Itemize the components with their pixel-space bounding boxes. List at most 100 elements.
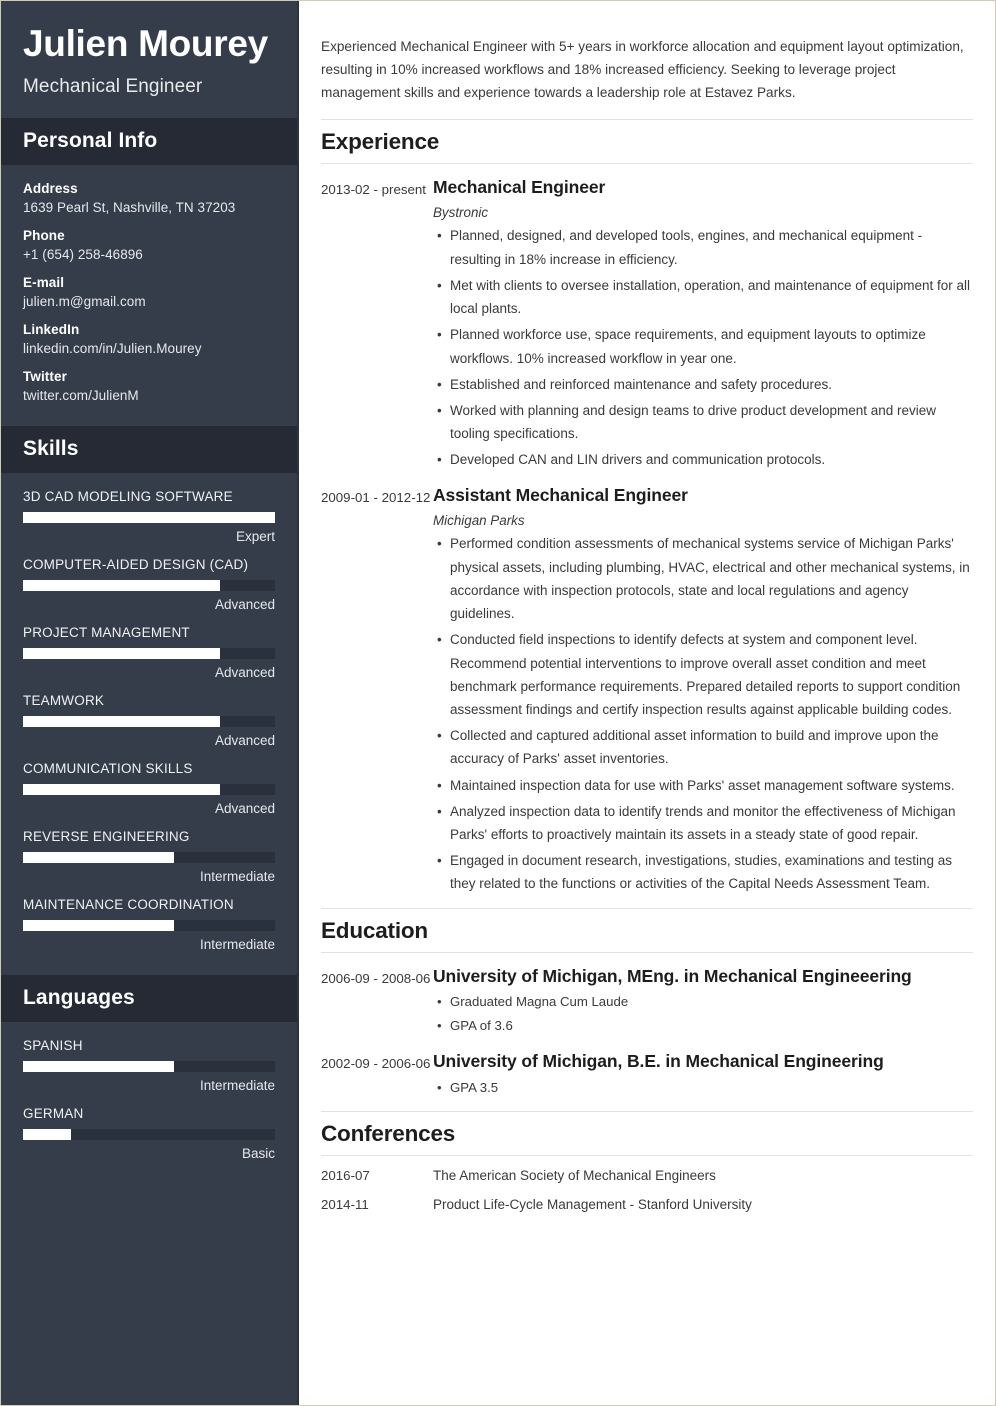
skill-bar-fill (23, 783, 220, 795)
languages-list: SPANISH Intermediate GERMAN Basic (1, 1022, 297, 1184)
contact-label: Twitter (23, 368, 67, 384)
skill-bar-fill (23, 851, 175, 863)
bullet-item: Developed CAN and LIN drivers and commun… (437, 448, 973, 471)
contact-label: Phone (23, 227, 65, 243)
bullet-item: Established and reinforced maintenance a… (437, 373, 973, 396)
bullet-item: Maintained inspection data for use with … (437, 774, 973, 797)
skill-level-label: Advanced (214, 732, 275, 748)
skill-bar-fill (23, 1060, 175, 1072)
bullet-item: Analyzed inspection data to identify tre… (437, 800, 973, 846)
name-block: Julien Mourey Mechanical Engineer (1, 1, 297, 118)
skill-name: COMPUTER-AIDED DESIGN (CAD) (23, 556, 249, 572)
entry-organization: Bystronic (433, 205, 489, 221)
skill-name: 3D CAD MODELING SOFTWARE (23, 488, 233, 504)
skill-name: PROJECT MANAGEMENT (23, 624, 190, 640)
bullet-item: Engaged in document research, investigat… (437, 849, 973, 895)
skill-level-label: Intermediate (199, 1077, 275, 1093)
personal-info-heading: Personal Info (1, 117, 297, 165)
skill-level-label: Intermediate (199, 936, 275, 952)
skill-bar-track (23, 919, 275, 931)
skill-level-label: Advanced (214, 596, 275, 612)
skill-name: COMMUNICATION SKILLS (23, 760, 193, 776)
entry-body: University of Michigan, B.E. in Mechanic… (433, 1050, 973, 1099)
contact-value: 1639 Pearl St, Nashville, TN 37203 (23, 199, 236, 215)
sidebar: Julien Mourey Mechanical Engineer Person… (1, 1, 299, 1405)
entry: 2009-01 - 2012-12 Assistant Mechanical En… (321, 484, 973, 896)
skill-level-label: Basic (241, 1145, 275, 1161)
skill-bar-fill (23, 579, 220, 591)
contact-label: LinkedIn (23, 321, 80, 337)
entry-body: University of Michigan, MEng. in Mechani… (433, 965, 973, 1038)
conferences-section-header: Conferences (321, 1111, 973, 1157)
experience-section-header: Experience (321, 118, 973, 164)
contact-value: twitter.com/JulienM (23, 387, 139, 403)
contact-value: julien.m@gmail.com (23, 293, 146, 309)
section-title: Conferences (321, 1121, 456, 1147)
skill-bar-fill (23, 647, 220, 659)
skill-row: 3D CAD MODELING SOFTWARE Expert (23, 489, 275, 544)
contact-item: Phone +1 (654) 258-46896 (23, 228, 275, 262)
bullet-list: Graduated Magna Cum LaudeGPA of 3.6 (433, 991, 973, 1037)
skill-name: SPANISH (23, 1037, 83, 1053)
skill-name: MAINTENANCE COORDINATION (23, 896, 234, 912)
skill-level-label: Expert (235, 528, 275, 544)
bullet-item: Met with clients to oversee installation… (437, 274, 973, 320)
page-title: Julien Mourey (23, 23, 268, 64)
skill-row: COMPUTER-AIDED DESIGN (CAD) Advanced (23, 557, 275, 612)
bullet-item: Collected and captured additional asset … (437, 724, 973, 770)
main-content: Experienced Mechanical Engineer with 5+ … (299, 1, 995, 1405)
conference-row: 2016-07 The American Society of Mechanica… (321, 1168, 973, 1183)
skill-level-label: Advanced (214, 664, 275, 680)
skill-bar-fill (23, 1128, 71, 1140)
bullet-item: Graduated Magna Cum Laude (437, 991, 973, 1014)
entry-organization: Michigan Parks (433, 513, 525, 529)
skill-row: COMMUNICATION SKILLS Advanced (23, 761, 275, 816)
entry-date: 2013-02 - present (321, 181, 426, 197)
skill-level-label: Advanced (214, 800, 275, 816)
bullet-item: Planned workforce use, space requirement… (437, 323, 973, 369)
bullet-item: Planned, designed, and developed tools, … (437, 224, 973, 270)
job-title: Mechanical Engineer (23, 75, 203, 97)
contact-value: linkedin.com/in/Julien.Mourey (23, 340, 202, 356)
conference-row: 2014-11 Product Life-Cycle Management - S… (321, 1197, 973, 1212)
entry-title: Assistant Mechanical Engineer (433, 484, 688, 505)
skill-bar-track (23, 715, 275, 727)
contact-value: +1 (654) 258-46896 (23, 246, 143, 262)
skill-name: TEAMWORK (23, 692, 105, 708)
bullet-item: Worked with planning and design teams to… (437, 399, 973, 445)
profile-summary: Experienced Mechanical Engineer with 5+ … (321, 38, 964, 101)
skill-row: MAINTENANCE COORDINATION Intermediate (23, 897, 275, 952)
skill-row: SPANISH Intermediate (23, 1038, 275, 1093)
skill-bar-fill (23, 715, 220, 727)
skill-row: GERMAN Basic (23, 1106, 275, 1161)
contact-item: Twitter twitter.com/JulienM (23, 369, 275, 403)
resume-page: Julien Mourey Mechanical Engineer Person… (0, 0, 996, 1406)
entry: 2013-02 - present Mechanical Engineer Byst… (321, 176, 973, 472)
education-section-header: Education (321, 907, 973, 953)
skill-bar-track (23, 783, 275, 795)
skill-bar-track (23, 511, 275, 523)
skill-bar-track (23, 579, 275, 591)
bullet-list: Planned, designed, and developed tools, … (433, 224, 973, 471)
conference-title: Product Life-Cycle Management - Stanford… (433, 1197, 752, 1213)
skill-bar-track (23, 1128, 275, 1140)
skill-row: REVERSE ENGINEERING Intermediate (23, 829, 275, 884)
skill-name: REVERSE ENGINEERING (23, 828, 190, 844)
entry-title: University of Michigan, B.E. in Mechanic… (433, 1050, 884, 1071)
skill-name: GERMAN (23, 1105, 84, 1121)
skill-row: TEAMWORK Advanced (23, 693, 275, 748)
conference-date: 2016-07 (321, 1168, 370, 1184)
education-entries: 2006-09 - 2008-06 University of Michigan,… (321, 965, 973, 1100)
languages-heading: Languages (1, 974, 297, 1022)
contact-label: Address (23, 180, 78, 196)
conference-title: The American Society of Mechanical Engin… (433, 1168, 716, 1184)
contact-label: E-mail (23, 274, 65, 290)
skill-bar-track (23, 851, 275, 863)
skill-bar-fill (23, 919, 175, 931)
conference-entries: 2016-07 The American Society of Mechanica… (321, 1168, 973, 1212)
experience-entries: 2013-02 - present Mechanical Engineer Byst… (321, 176, 973, 896)
skill-bar-fill (23, 511, 275, 523)
skill-bar-track (23, 1060, 275, 1072)
personal-info-list: Address 1639 Pearl St, Nashville, TN 3720… (1, 165, 297, 426)
bullet-item: GPA 3.5 (437, 1077, 973, 1100)
